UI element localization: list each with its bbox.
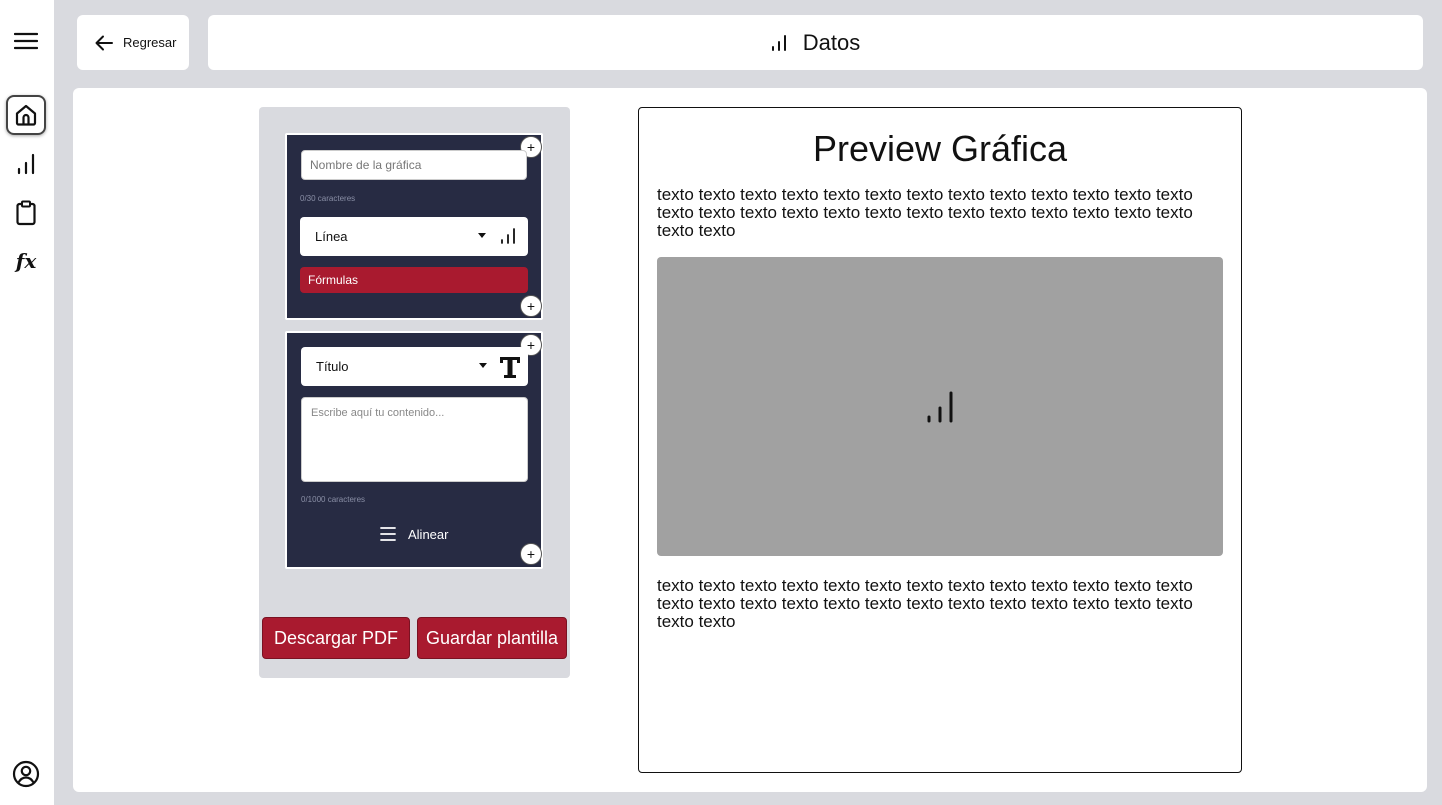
chevron-down-icon [479, 363, 487, 368]
download-pdf-button[interactable]: Descargar PDF [262, 617, 410, 659]
plus-icon: + [526, 337, 536, 353]
chart-type-select[interactable]: Línea [300, 217, 528, 256]
chart-name-counter: 0/30 caracteres [300, 194, 356, 203]
content-counter: 0/1000 caracteres [301, 495, 366, 504]
chart-icon [501, 228, 515, 244]
back-button-label: Regresar [123, 35, 177, 50]
home-icon [15, 104, 37, 126]
align-button[interactable]: Alinear [380, 526, 448, 542]
content-textarea[interactable]: Escribe aquí tu contenido... [301, 397, 528, 482]
profile-button[interactable] [6, 754, 46, 794]
chart-icon [927, 391, 953, 422]
text-type-select[interactable]: Título [301, 347, 528, 386]
chart-placeholder [657, 257, 1223, 556]
nav-formulas-button[interactable]: fx [6, 241, 46, 281]
plus-icon: + [526, 546, 536, 562]
text-type-value: Título [316, 359, 349, 374]
text-block: + Título Escribe aquí tu contenido... 0/… [285, 331, 543, 569]
main-content: + Nombre de la gráfica 0/30 caracteres L… [73, 88, 1427, 792]
left-nav-rail: fx [0, 0, 54, 805]
back-button[interactable]: Regresar [77, 15, 189, 70]
user-circle-icon [12, 760, 40, 788]
template-editor: + Nombre de la gráfica 0/30 caracteres L… [259, 107, 570, 678]
menu-icon [14, 32, 38, 50]
chart-icon [771, 34, 786, 51]
text-format-icon [500, 357, 520, 378]
page-title: Datos [802, 29, 861, 55]
chart-block: + Nombre de la gráfica 0/30 caracteres L… [285, 133, 543, 320]
plus-icon: + [526, 139, 536, 155]
nav-charts-button[interactable] [6, 144, 46, 184]
arrow-left-icon [95, 35, 113, 50]
align-icon [380, 527, 396, 541]
chevron-down-icon [478, 233, 486, 238]
nav-templates-button[interactable] [6, 193, 46, 233]
nav-home-button[interactable] [6, 95, 46, 135]
chart-icon [17, 153, 35, 175]
add-block-below-button[interactable]: + [520, 543, 542, 565]
save-template-button[interactable]: Guardar plantilla [417, 617, 567, 659]
function-icon: fx [15, 249, 37, 273]
preview-title: Preview Gráfica [812, 128, 1068, 169]
clipboard-icon [16, 200, 36, 226]
chart-type-value: Línea [315, 229, 348, 244]
page-header: Datos [208, 15, 1423, 70]
preview-paragraph-bottom: texto texto texto texto texto texto text… [657, 576, 1193, 631]
chart-preview: Preview Gráfica texto texto texto texto … [638, 107, 1242, 773]
add-block-below-button[interactable]: + [520, 295, 542, 317]
menu-button[interactable] [6, 21, 46, 61]
plus-icon: + [526, 298, 536, 314]
align-label: Alinear [408, 526, 449, 542]
preview-paragraph-top: texto texto texto texto texto texto text… [657, 185, 1193, 240]
formulas-button[interactable]: Fórmulas [300, 267, 528, 293]
chart-name-input[interactable]: Nombre de la gráfica [301, 150, 527, 180]
